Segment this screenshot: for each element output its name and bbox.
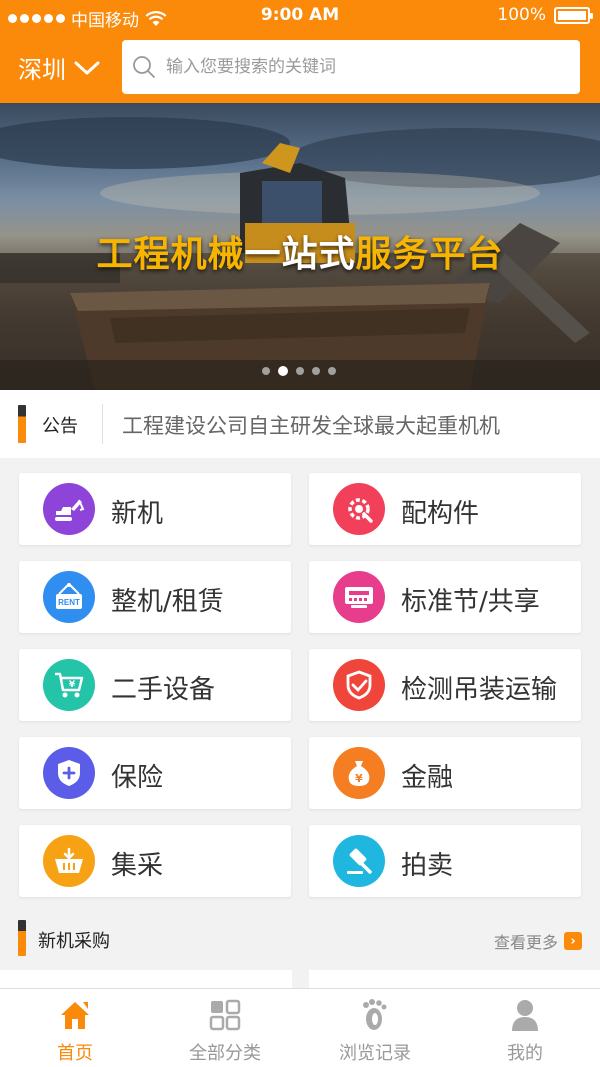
shield-check-icon [333, 659, 385, 711]
cart-yen-icon: ¥ [43, 659, 95, 711]
banner-title: 工程机械一站式服务平台 [0, 225, 600, 277]
notice-text[interactable]: 工程建设公司自主研发全球最大起重机机 [122, 410, 592, 440]
search-icon [133, 56, 155, 78]
svg-text:¥: ¥ [355, 772, 363, 785]
tab-label: 首页 [57, 1043, 93, 1064]
view-more-link[interactable]: 查看更多 › [494, 929, 582, 953]
category-card[interactable]: RENT 整机/租赁 [19, 561, 291, 633]
category-label: 集采 [111, 851, 164, 881]
tab-home[interactable]: 首页 [0, 989, 150, 1067]
tab-user[interactable]: 我的 [450, 989, 600, 1067]
basket-icon [43, 835, 95, 887]
category-card[interactable]: 保险 [19, 737, 291, 809]
gavel-icon [333, 835, 385, 887]
pager-dot[interactable] [296, 367, 304, 375]
view-more-label: 查看更多 [493, 933, 558, 952]
category-card[interactable]: 标准节/共享 [309, 561, 581, 633]
app-root: 中国移动 9:00 AM 100% 深圳 输入您要搜索的关键词 工程机械一站式服… [0, 0, 600, 1067]
section-title: 新机采购 [38, 931, 110, 952]
header: 中国移动 9:00 AM 100% 深圳 [0, 0, 600, 103]
money-bag-icon: ¥ [333, 747, 385, 799]
category-card[interactable]: ¥ 二手设备 [19, 649, 291, 721]
tab-label: 我的 [507, 1043, 543, 1064]
excavator-icon [43, 483, 95, 535]
grid-icon [207, 997, 243, 1033]
svg-text:¥: ¥ [69, 680, 76, 690]
category-card[interactable]: 检测吊装运输 [309, 649, 581, 721]
banner-carousel[interactable]: 工程机械一站式服务平台 [0, 103, 600, 390]
svg-text:RENT: RENT [58, 598, 80, 607]
category-label: 保险 [111, 763, 164, 793]
device-panel-icon [333, 571, 385, 623]
city-selector[interactable]: 深圳 [18, 50, 100, 85]
footprint-icon [357, 997, 393, 1033]
section-header: 新机采购 查看更多 › [0, 918, 600, 958]
notice-marker [18, 405, 26, 443]
banner-title-part-3: 服务平台 [355, 233, 504, 274]
bottom-tab-bar: 首页 全部分类 浏览记录 我的 [0, 988, 600, 1067]
category-card[interactable]: ¥ 金融 [309, 737, 581, 809]
rent-sign-icon: RENT [43, 571, 95, 623]
section-marker [18, 920, 26, 956]
status-bar: 中国移动 9:00 AM 100% [0, 0, 600, 32]
city-label: 深圳 [18, 56, 66, 84]
notice-bar[interactable]: 公告 工程建设公司自主研发全球最大起重机机 [0, 390, 600, 458]
user-icon [507, 997, 543, 1033]
notice-label: 公告 [42, 416, 78, 437]
category-label: 整机/租赁 [111, 587, 224, 617]
pager-dot[interactable] [262, 367, 270, 375]
chevron-right-icon: › [564, 932, 582, 950]
shield-plus-icon [43, 747, 95, 799]
search-box[interactable] [122, 40, 580, 94]
pager-dot[interactable] [278, 366, 288, 376]
category-card[interactable]: 集采 [19, 825, 291, 897]
tab-grid[interactable]: 全部分类 [150, 989, 300, 1067]
notice-divider [102, 404, 103, 444]
list-item[interactable] [309, 970, 600, 990]
category-label: 二手设备 [111, 675, 216, 705]
tab-label: 浏览记录 [339, 1043, 411, 1064]
category-label: 拍卖 [401, 851, 454, 881]
pager-dot[interactable] [312, 367, 320, 375]
search-input[interactable] [166, 57, 546, 77]
status-right: 100% [497, 5, 593, 25]
list-item[interactable] [0, 970, 292, 990]
category-label: 配构件 [401, 499, 480, 529]
chevron-down-icon [74, 61, 100, 74]
battery-percent: 100% [497, 5, 546, 25]
category-label: 检测吊装运输 [401, 675, 558, 705]
gear-wrench-icon [333, 483, 385, 535]
category-card[interactable]: 新机 [19, 473, 291, 545]
battery-icon [554, 6, 593, 24]
category-label: 金融 [401, 763, 454, 793]
banner-title-part-1: 工程机械 [96, 233, 245, 274]
category-card[interactable]: 配构件 [309, 473, 581, 545]
pager-dot[interactable] [328, 367, 336, 375]
category-card[interactable]: 拍卖 [309, 825, 581, 897]
banner-title-part-2: 一站式 [244, 233, 356, 274]
home-icon [57, 997, 93, 1033]
carousel-pager[interactable] [262, 366, 336, 376]
category-label: 标准节/共享 [401, 587, 540, 617]
tab-label: 全部分类 [189, 1043, 261, 1064]
tab-footprint[interactable]: 浏览记录 [300, 989, 450, 1067]
category-label: 新机 [111, 499, 164, 529]
